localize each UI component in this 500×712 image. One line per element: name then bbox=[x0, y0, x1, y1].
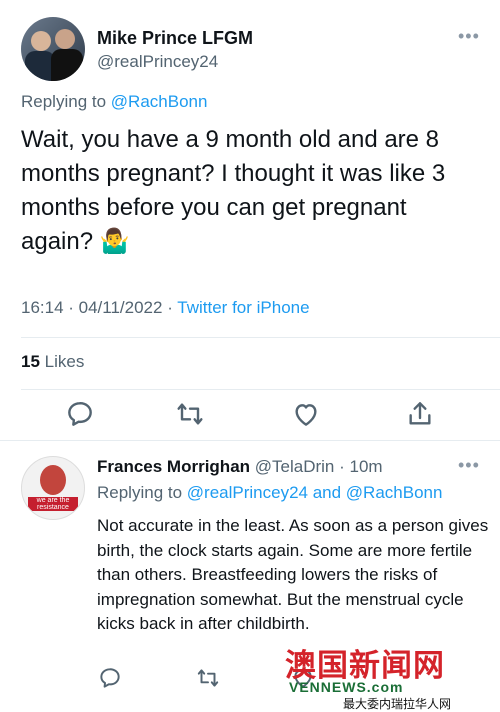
replying-to-link[interactable]: @RachBonn bbox=[111, 92, 208, 111]
more-options-icon[interactable]: ••• bbox=[458, 26, 480, 47]
watermark-site: VENNEWS.com bbox=[289, 679, 404, 695]
tweet-source-link[interactable]: Twitter for iPhone bbox=[177, 298, 309, 317]
author-handle[interactable]: @realPrincey24 bbox=[97, 52, 218, 72]
reply-text: Not accurate in the least. As soon as a … bbox=[97, 516, 489, 634]
tweet-timestamp[interactable]: 16:14 · 04/11/2022 · bbox=[21, 298, 177, 317]
reply-author-name[interactable]: Frances Morrighan bbox=[97, 457, 250, 476]
reply-more-options-icon[interactable]: ••• bbox=[458, 455, 480, 476]
author-avatar[interactable] bbox=[21, 17, 85, 81]
reply-replying-link-1[interactable]: @realPrincey24 bbox=[187, 483, 308, 502]
tweet-meta: 16:14 · 04/11/2022 · Twitter for iPhone bbox=[21, 298, 310, 318]
likes-label: Likes bbox=[39, 352, 85, 371]
avatar-badge-text: we are the resistance bbox=[28, 497, 78, 511]
reply-replying-and: and bbox=[307, 483, 346, 502]
like-icon[interactable] bbox=[290, 398, 322, 430]
replying-to: Replying to @RachBonn bbox=[21, 92, 207, 112]
reply-retweet-icon[interactable] bbox=[195, 665, 221, 691]
watermark-tagline: 最大委内瑞拉华人网 bbox=[343, 697, 452, 711]
reply-author: Frances Morrighan @TelaDrin · 10m bbox=[97, 457, 383, 477]
divider bbox=[21, 389, 500, 390]
reply-replying-link-2[interactable]: @RachBonn bbox=[346, 483, 443, 502]
share-icon[interactable] bbox=[404, 398, 436, 430]
site-watermark: 澳国新闻网 VENNEWS.com 最大委内瑞拉华人网 bbox=[285, 640, 500, 711]
reply-icon[interactable] bbox=[64, 398, 96, 430]
main-tweet: Mike Prince LFGM @realPrincey24 ••• Repl… bbox=[0, 0, 500, 440]
reply-reply-icon[interactable] bbox=[97, 665, 123, 691]
likes-count[interactable]: 15 Likes bbox=[21, 352, 84, 372]
author-name[interactable]: Mike Prince LFGM bbox=[97, 28, 253, 49]
tweet-text: Wait, you have a 9 month old and are 8 m… bbox=[21, 126, 446, 255]
likes-number: 15 bbox=[21, 352, 40, 371]
reply-author-handle[interactable]: @TelaDrin · 10m bbox=[250, 457, 383, 476]
reply-replying-prefix: Replying to bbox=[97, 483, 187, 502]
reply-replying-to: Replying to @realPrincey24 and @RachBonn bbox=[97, 483, 442, 503]
section-separator bbox=[0, 440, 500, 441]
reply-author-avatar[interactable]: we are the resistance bbox=[21, 456, 85, 520]
retweet-icon[interactable] bbox=[174, 398, 206, 430]
divider bbox=[21, 337, 500, 338]
replying-prefix: Replying to bbox=[21, 92, 111, 111]
